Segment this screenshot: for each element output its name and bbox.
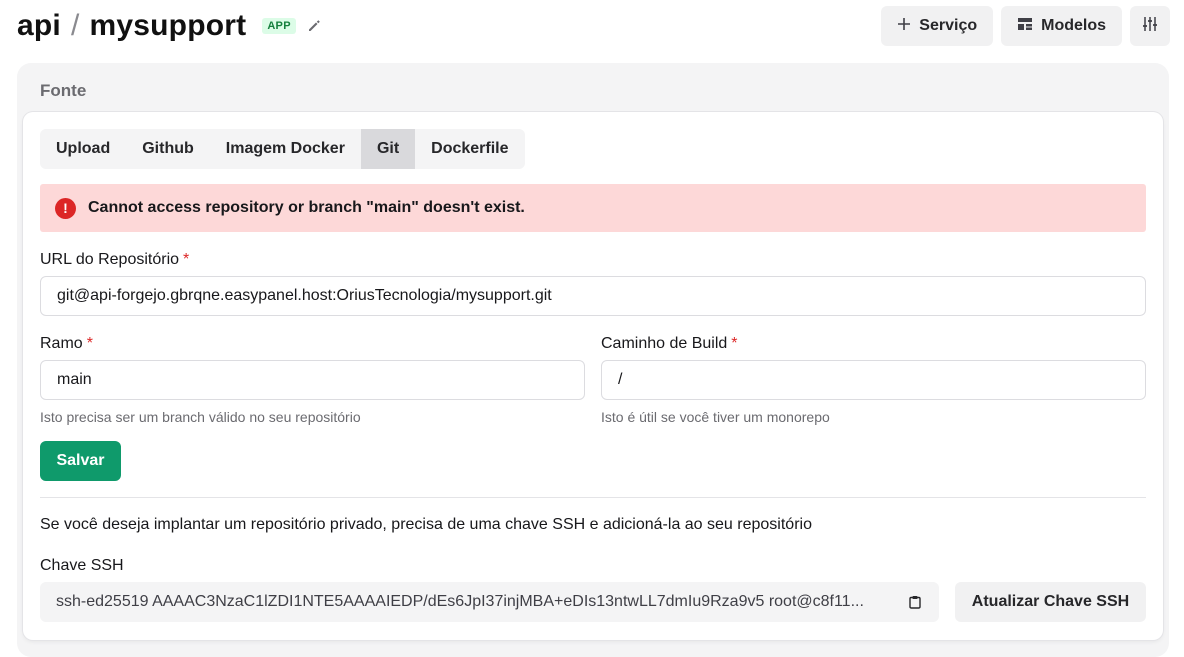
source-tabs: Upload Github Imagem Docker Git Dockerfi… [40, 129, 525, 169]
project-name[interactable]: api [17, 9, 61, 43]
build-path-input[interactable]: / [601, 360, 1146, 400]
tab-git[interactable]: Git [360, 129, 416, 169]
save-button[interactable]: Salvar [40, 441, 121, 481]
add-service-label: Serviço [919, 17, 978, 34]
branch-label-text: Ramo [40, 335, 83, 352]
branch-hint: Isto precisa ser um branch válido no seu… [40, 409, 361, 425]
app-type-badge: APP [262, 18, 296, 34]
tab-github[interactable]: Github [126, 129, 210, 169]
pencil-icon[interactable] [306, 18, 322, 34]
breadcrumb-separator: / [70, 9, 80, 42]
required-mark: * [731, 335, 738, 352]
plus-icon [897, 17, 911, 36]
required-mark: * [183, 251, 190, 268]
refresh-ssh-key-button[interactable]: Atualizar Chave SSH [955, 582, 1146, 622]
tab-docker-image[interactable]: Imagem Docker [210, 129, 361, 169]
tab-dockerfile[interactable]: Dockerfile [415, 129, 524, 169]
ssh-key-value: ssh-ed25519 AAAAC3NzaC1lZDI1NTE5AAAAIEDP… [56, 593, 864, 610]
error-circle-icon: ! [55, 197, 76, 219]
repo-url-input[interactable]: git@api-forgejo.gbrqne.easypanel.host:Or… [40, 276, 1146, 316]
settings-sliders-button[interactable] [1130, 6, 1170, 46]
source-card: Fonte Upload Github Imagem Docker Git Do… [17, 63, 1169, 657]
branch-label: Ramo * [40, 335, 93, 353]
add-service-button[interactable]: Serviço [881, 6, 994, 46]
build-path-label: Caminho de Build * [601, 335, 738, 353]
build-path-hint: Isto é útil se você tiver um monorepo [601, 409, 830, 425]
layout-template-icon [1017, 17, 1033, 36]
sliders-icon [1142, 16, 1158, 37]
required-mark: * [86, 335, 93, 352]
clipboard-copy-icon[interactable] [907, 594, 923, 610]
error-message: Cannot access repository or branch "main… [88, 199, 525, 216]
divider [40, 497, 1146, 498]
branch-input[interactable]: main [40, 360, 585, 400]
source-card-body: Upload Github Imagem Docker Git Dockerfi… [23, 112, 1163, 640]
service-name: mysupport [89, 9, 247, 42]
source-section-title: Fonte [40, 81, 87, 100]
repo-url-label-text: URL do Repositório [40, 251, 180, 268]
templates-button[interactable]: Modelos [1001, 6, 1122, 46]
page-title: api / mysupport [17, 9, 246, 43]
ssh-key-field: ssh-ed25519 AAAAC3NzaC1lZDI1NTE5AAAAIEDP… [40, 582, 939, 622]
templates-label: Modelos [1041, 17, 1106, 34]
header-actions: Serviço Modelos [881, 6, 1170, 46]
ssh-key-label: Chave SSH [40, 557, 124, 574]
private-repo-info: Se você deseja implantar um repositório … [40, 516, 812, 533]
build-path-label-text: Caminho de Build [601, 335, 728, 352]
tab-upload[interactable]: Upload [40, 129, 126, 169]
repo-url-label: URL do Repositório * [40, 251, 189, 269]
page-header: api / mysupport APP Serviço Modelos [17, 6, 1170, 46]
error-alert: ! Cannot access repository or branch "ma… [40, 184, 1146, 232]
